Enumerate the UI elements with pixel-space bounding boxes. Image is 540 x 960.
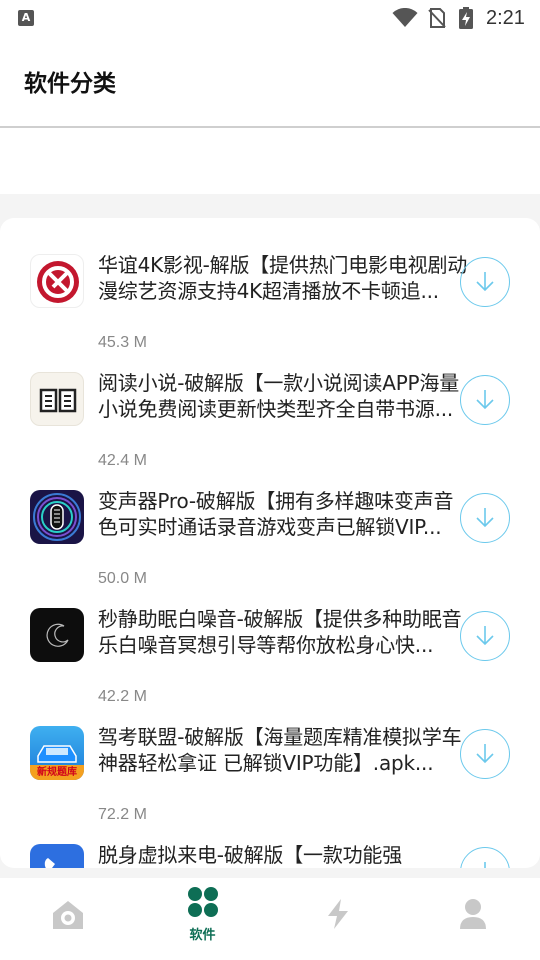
app-list: 华谊4K影视-解版【提供热门电影电视剧动漫综艺资源支持4K超清播放不卡顿追...… [0, 218, 540, 868]
nav-item-profile[interactable] [405, 878, 540, 960]
list-item[interactable]: 阅读小说-破解版【一款小说阅读APP海量小说免费阅读更新快类型齐全自带书源...… [0, 358, 540, 476]
clock: 2:21 [486, 7, 525, 29]
app-size: 42.2 M [98, 688, 147, 705]
download-button[interactable] [460, 257, 510, 307]
nav-item-home[interactable] [0, 878, 135, 960]
download-button[interactable] [460, 493, 510, 543]
list-item[interactable]: 脱身虚拟来电-破解版【一款功能强 [0, 830, 540, 868]
battery-charging-icon [459, 7, 473, 29]
top-spacer [0, 128, 540, 194]
download-button[interactable] [460, 611, 510, 661]
no-sim-icon [428, 8, 446, 28]
app-title: 阅读小说-破解版【一款小说阅读APP海量小说免费阅读更新快类型齐全自带书源... [98, 371, 460, 421]
phone-app-icon [30, 844, 84, 868]
voice-changer-app-icon [30, 490, 84, 544]
app-title: 华谊4K影视-解版【提供热门电影电视剧动漫综艺资源支持4K超清播放不卡顿追... [98, 253, 468, 303]
app-size: 50.0 M [98, 570, 147, 587]
home-icon [52, 901, 83, 929]
status-bar: A 2:21 [0, 0, 540, 36]
notification-a-icon: A [18, 10, 34, 26]
app-icon-label: 新规题库 [37, 767, 77, 778]
app-size: 42.4 M [98, 452, 147, 469]
arrow-down-icon [484, 862, 486, 868]
nav-item-software[interactable]: 软件 [135, 878, 270, 960]
nav-item-flash[interactable] [270, 878, 405, 960]
lightning-icon [327, 899, 348, 929]
app-title: 驾考联盟-破解版【海量题库精准模拟学车神器轻松拿证 已解锁VIP功能】.apk.… [98, 725, 462, 775]
list-item[interactable]: 华谊4K影视-解版【提供热门电影电视剧动漫综艺资源支持4K超清播放不卡顿追...… [0, 240, 540, 358]
download-button[interactable] [460, 375, 510, 425]
page-title: 软件分类 [24, 71, 116, 97]
huayi-4k-app-icon [30, 254, 84, 308]
app-title: 秒静助眠白噪音-破解版【提供多种助眠音乐白噪音冥想引导等帮你放松身心快... [98, 607, 462, 657]
arrow-down-icon [476, 744, 494, 764]
grid-icon [187, 887, 218, 917]
app-title: 变声器Pro-破解版【拥有多样趣味变声音色可实时通话录音游戏变声已解锁VIP..… [98, 489, 454, 539]
list-item[interactable]: 新规题库 驾考联盟-破解版【海量题库精准模拟学车神器轻松拿证 已解锁VIP功能】… [0, 712, 540, 830]
arrow-down-icon [476, 508, 494, 528]
app-title: 脱身虚拟来电-破解版【一款功能强 [98, 843, 403, 867]
arrow-down-icon [476, 390, 494, 410]
list-item[interactable]: 秒静助眠白噪音-破解版【提供多种助眠音乐白噪音冥想引导等帮你放松身心快... 4… [0, 594, 540, 712]
app-size: 72.2 M [98, 806, 147, 823]
user-icon [459, 899, 486, 929]
book-app-icon [30, 372, 84, 426]
wifi-icon [392, 8, 418, 27]
bottom-navigation: 软件 [0, 878, 540, 960]
list-item[interactable]: 变声器Pro-破解版【拥有多样趣味变声音色可实时通话录音游戏变声已解锁VIP..… [0, 476, 540, 594]
car-exam-app-icon: 新规题库 [30, 726, 84, 780]
nav-label-software: 软件 [189, 928, 216, 943]
arrow-down-icon [476, 626, 494, 646]
app-size: 45.3 M [98, 334, 147, 351]
arrow-down-icon [476, 272, 494, 292]
moon-app-icon [30, 608, 84, 662]
download-button[interactable] [460, 729, 510, 779]
